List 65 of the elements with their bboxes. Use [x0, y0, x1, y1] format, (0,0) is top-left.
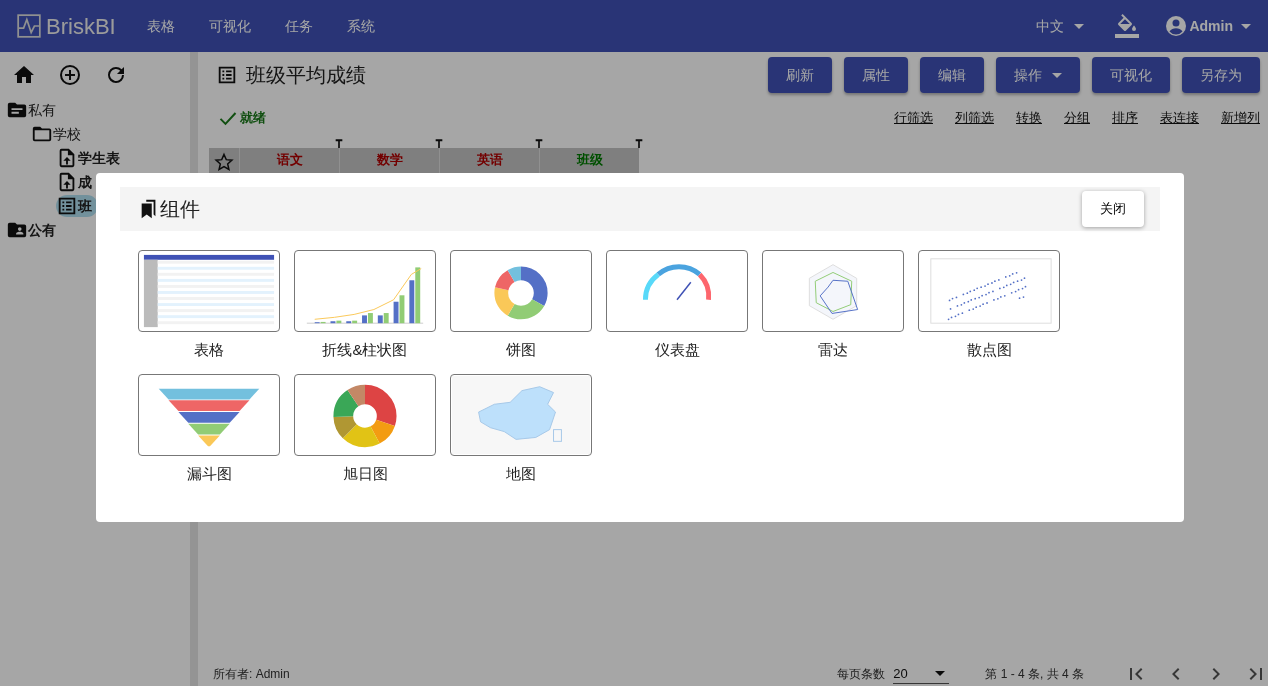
component-label[interactable]: 雷达 [818, 339, 848, 362]
nav-menu-item[interactable]: 表格 [146, 15, 175, 37]
add-icon[interactable] [58, 63, 82, 87]
toolbar-button[interactable]: 另存为 [1182, 57, 1260, 93]
bar-line-chart-drawing[interactable] [294, 250, 436, 332]
list-icon [56, 195, 78, 217]
component-label[interactable]: 仪表盘 [654, 339, 700, 362]
page-size-label: 每页条数 [837, 666, 886, 683]
toolbar-button[interactable]: 编辑 [920, 57, 984, 93]
star-icon[interactable] [214, 151, 234, 172]
tree-item[interactable]: 公有 [28, 219, 56, 241]
funnel-chart-drawing[interactable] [138, 373, 280, 456]
table-drawing[interactable] [138, 250, 280, 332]
toolbar-button[interactable]: 操作 [996, 57, 1080, 93]
transform-link[interactable]: 新增列 [1221, 108, 1260, 128]
toolbar-button[interactable]: 可视化 [1092, 57, 1170, 93]
page-size-select[interactable]: 20 [893, 663, 950, 685]
tree-item[interactable]: 学生表 [78, 147, 120, 169]
caret-icon [935, 671, 946, 676]
component-label[interactable]: 漏斗图 [186, 462, 232, 485]
toolbar-button[interactable]: 刷新 [768, 57, 832, 93]
scatter-plot-drawing[interactable] [918, 250, 1060, 332]
transform-link[interactable]: 排序 [1112, 108, 1138, 128]
map-drawing[interactable] [450, 373, 592, 456]
user-menu[interactable]: Admin [1163, 13, 1252, 39]
component-label[interactable]: 饼图 [506, 339, 536, 362]
page-range-text: 第 1 - 4 条, 共 4 条 [985, 666, 1084, 683]
nav-menu-item[interactable]: 任务 [284, 15, 313, 37]
gauge-drawing[interactable] [606, 250, 748, 332]
language-dropdown[interactable]: 中文 [1035, 14, 1086, 38]
component-label[interactable]: 地图 [506, 462, 536, 485]
tree-item[interactable]: 私有 [28, 99, 56, 121]
chart-logo-icon [16, 13, 42, 39]
close-button[interactable]: 关闭 [1082, 191, 1144, 227]
status-text: 就绪 [240, 109, 266, 128]
transform-link[interactable]: 分组 [1064, 108, 1090, 128]
brand-name: BriskBI [46, 12, 116, 41]
component-label[interactable]: 旭日图 [342, 462, 388, 485]
component-label[interactable]: 折线&柱状图 [322, 339, 408, 362]
component-label[interactable]: 表格 [194, 339, 224, 362]
sunburst-chart-drawing[interactable] [294, 373, 436, 456]
list-icon [216, 64, 238, 86]
dialog-title: 组件 [160, 197, 200, 222]
toolbar-button[interactable]: 属性 [844, 57, 908, 93]
report-title: 班级平均成绩 [246, 63, 366, 88]
column-resize-handle-icon[interactable] [633, 138, 645, 148]
radar-chart-drawing[interactable] [762, 250, 904, 332]
tree-item[interactable]: 成 [78, 171, 92, 193]
component-label[interactable]: 散点图 [966, 339, 1012, 362]
transform-link[interactable]: 转换 [1016, 108, 1042, 128]
caret-icon [1241, 23, 1251, 29]
paint-bucket-icon[interactable] [1115, 14, 1140, 38]
nav-menu-item[interactable]: 系统 [346, 15, 375, 37]
tree-item[interactable]: 学校 [53, 123, 81, 145]
nav-menu-item[interactable]: 可视化 [208, 15, 251, 37]
transform-link[interactable]: 行筛选 [894, 108, 933, 128]
donut-chart-drawing[interactable] [450, 250, 592, 332]
user-avatar-icon [1164, 14, 1189, 38]
transform-link[interactable]: 表连接 [1160, 108, 1199, 128]
transform-link[interactable]: 列筛选 [955, 108, 994, 128]
caret-icon [1074, 23, 1085, 29]
column-resize-handle-icon[interactable] [533, 138, 545, 148]
column-resize-handle-icon[interactable] [433, 138, 445, 148]
column-resize-handle-icon[interactable] [333, 138, 345, 148]
owner-text: 所有者: Admin [213, 666, 290, 683]
